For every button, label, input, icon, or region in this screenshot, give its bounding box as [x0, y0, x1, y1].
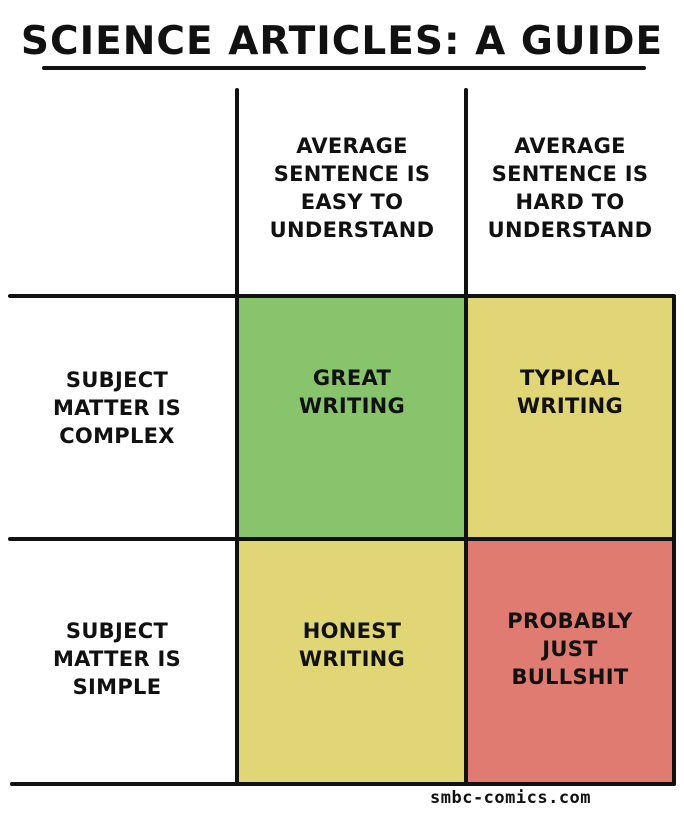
grid-line-horizontal-bottom [10, 782, 676, 786]
cell-probably-bullshit: PROBABLY JUST BULLSHIT [466, 539, 674, 784]
column-header-hard: AVERAGE SENTENCE IS HARD TO UNDERSTAND [466, 100, 674, 296]
cell-typical-writing-text: TYPICAL WRITING [516, 366, 624, 418]
grid-line-horizontal-top [8, 294, 676, 298]
title-underline [42, 66, 646, 70]
grid-line-vertical-middle [464, 88, 468, 786]
cell-honest-writing: HONEST WRITING [238, 539, 466, 784]
cell-probably-bullshit-text: PROBABLY JUST BULLSHIT [507, 609, 633, 689]
column-header-easy-text: AVERAGE SENTENCE IS EASY TO UNDERSTAND [269, 134, 435, 242]
column-header-easy: AVERAGE SENTENCE IS EASY TO UNDERSTAND [238, 100, 466, 296]
row-label-simple: SUBJECT MATTER IS SIMPLE [52, 619, 182, 699]
grid-line-vertical-right [672, 296, 676, 786]
cell-typical-writing: TYPICAL WRITING [466, 296, 674, 539]
column-header-hard-text: AVERAGE SENTENCE IS HARD TO UNDERSTAND [487, 134, 653, 242]
cell-great-writing: GREAT WRITING [238, 296, 466, 539]
row-label-complex: SUBJECT MATTER IS COMPLEX [52, 368, 182, 448]
grid-line-vertical-left [235, 88, 239, 786]
grid-line-horizontal-middle [8, 537, 676, 541]
comic-title: SCIENCE ARTICLES: A GUIDE [20, 19, 664, 64]
site-credit: smbc-comics.com [430, 788, 592, 808]
cell-great-writing-text: GREAT WRITING [298, 366, 406, 418]
cell-honest-writing-text: HONEST WRITING [298, 619, 406, 671]
